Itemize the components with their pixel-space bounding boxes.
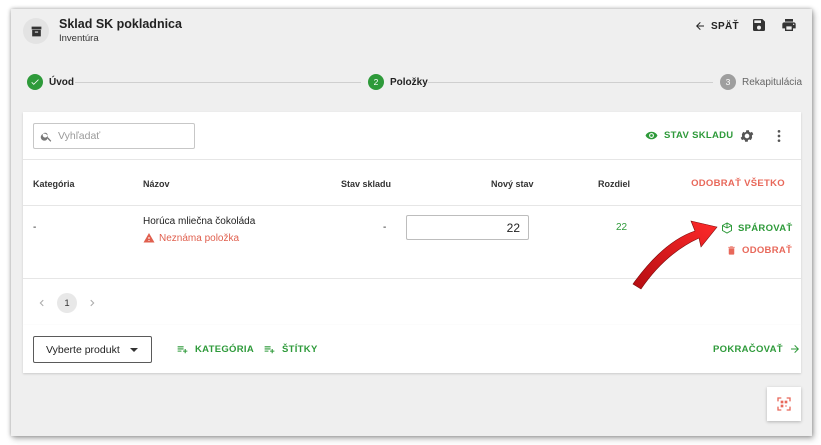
step-items[interactable]: 2 Položky	[368, 74, 428, 90]
gear-icon[interactable]	[739, 128, 755, 144]
qr-scan-button[interactable]	[767, 387, 801, 421]
header-difference: Rozdiel	[598, 179, 631, 189]
search-field[interactable]	[33, 123, 195, 149]
unknown-item-warning: Neznáma položka	[143, 232, 239, 244]
cell-difference: 22	[616, 222, 628, 233]
arrow-right-icon	[790, 345, 799, 353]
search-icon	[40, 132, 52, 142]
page-subtitle: Inventúra	[59, 33, 99, 44]
new-stock-input[interactable]	[406, 215, 529, 240]
header-new-stock: Nový stav	[491, 179, 534, 189]
step-number: 3	[720, 74, 736, 90]
divider	[23, 159, 801, 160]
step-connector	[428, 82, 713, 83]
header-stock: Stav skladu	[341, 179, 392, 189]
step-recap[interactable]: 3 Rekapitulácia	[720, 74, 802, 90]
remove-button-label: ODOBRAŤ	[742, 245, 793, 256]
page-number[interactable]: 1	[57, 293, 77, 313]
print-icon[interactable]	[781, 17, 797, 33]
divider	[23, 205, 801, 206]
stock-status-label: STAV SKLADU	[664, 130, 734, 141]
remove-button[interactable]: ODOBRAŤ	[726, 245, 792, 256]
cell-stock: -	[383, 222, 387, 233]
continue-label: POKRAČOVAŤ	[713, 343, 783, 355]
chevron-left-icon[interactable]	[37, 298, 47, 308]
add-items-card: Vyberte produkt KATEGÓRIA ŠTÍTKY POKRAČO…	[23, 325, 801, 373]
add-category-label: KATEGÓRIA	[195, 344, 254, 355]
step-label: Rekapitulácia	[742, 76, 803, 88]
arrow-left-icon	[696, 22, 704, 30]
app-window: Sklad SK pokladnica Inventúra SPÄŤ Úvod …	[11, 9, 812, 436]
save-icon[interactable]	[751, 17, 767, 33]
items-card: STAV SKLADU Kategória Názov Stav skladu …	[23, 112, 801, 325]
search-input[interactable]	[58, 130, 188, 142]
step-label: Položky	[390, 76, 428, 88]
page-header: Sklad SK pokladnica Inventúra SPÄŤ	[11, 9, 812, 61]
stock-status-button[interactable]: STAV SKLADU	[645, 129, 733, 142]
eye-icon	[645, 131, 658, 140]
header-category: Kategória	[33, 179, 75, 189]
archive-icon	[23, 18, 49, 44]
caret-down-icon	[130, 347, 138, 352]
remove-all-button[interactable]: ODOBRAŤ VŠETKO	[691, 178, 785, 189]
header-name: Názov	[143, 179, 170, 189]
add-tags-label: ŠTÍTKY	[282, 344, 318, 355]
step-number: 2	[368, 74, 384, 90]
product-select-label: Vyberte produkt	[46, 343, 120, 356]
pair-button[interactable]: SPÁROVAŤ	[721, 222, 792, 234]
product-select[interactable]: Vyberte produkt	[33, 336, 152, 363]
more-vertical-icon[interactable]	[771, 128, 787, 144]
step-connector	[75, 82, 361, 83]
cell-name: Horúca mliečna čokoláda	[143, 216, 256, 227]
back-button[interactable]: SPÄŤ	[694, 18, 739, 34]
back-button-label: SPÄŤ	[711, 20, 739, 32]
trash-icon	[728, 246, 735, 255]
divider	[23, 278, 801, 279]
check-icon	[27, 74, 43, 90]
pair-button-label: SPÁROVAŤ	[738, 222, 793, 234]
stepper: Úvod 2 Položky 3 Rekapitulácia	[11, 71, 812, 95]
step-label: Úvod	[49, 76, 74, 88]
page-title: Sklad SK pokladnica	[59, 17, 182, 31]
chevron-right-icon[interactable]	[87, 298, 97, 308]
add-tags-button[interactable]: ŠTÍTKY	[263, 343, 318, 356]
warning-icon	[143, 233, 155, 243]
step-intro[interactable]: Úvod	[27, 74, 74, 90]
playlist-add-icon	[264, 346, 275, 354]
playlist-add-icon	[177, 346, 188, 354]
cube-icon	[722, 222, 732, 234]
pagination: 1	[37, 292, 97, 314]
qr-code-icon	[777, 397, 791, 411]
continue-button[interactable]: POKRAČOVAŤ	[713, 343, 801, 355]
warning-label: Neznáma položka	[159, 232, 240, 244]
cell-category: -	[33, 222, 37, 233]
add-category-button[interactable]: KATEGÓRIA	[176, 343, 254, 356]
